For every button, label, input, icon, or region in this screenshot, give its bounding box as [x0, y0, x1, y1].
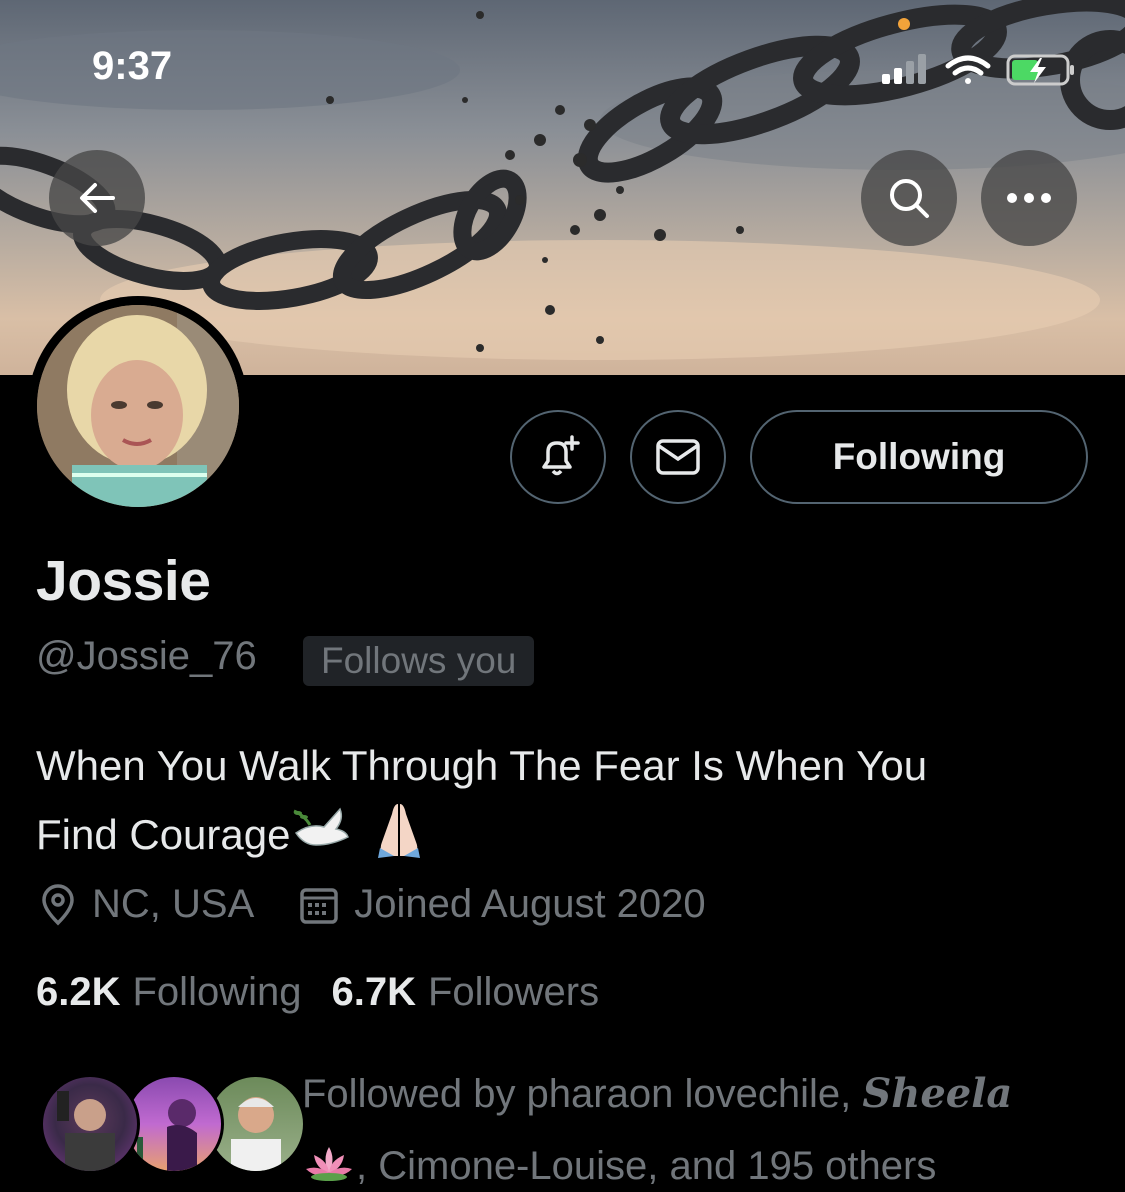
join-date: Joined August 2020 [298, 882, 706, 927]
profile-avatar[interactable] [28, 296, 248, 516]
back-button[interactable] [49, 150, 145, 246]
more-options-button[interactable] [981, 150, 1077, 246]
following-stat-link[interactable]: 6.2K Following [36, 970, 301, 1015]
following-count: 6.2K [36, 970, 121, 1014]
followed-by-styled-name: Sheela [862, 1070, 1013, 1117]
praying-hands-emoji-icon [368, 798, 430, 878]
avatar [40, 1074, 140, 1174]
following-button[interactable]: Following [750, 410, 1088, 504]
bio-line-2-text: Find Courage [36, 811, 291, 859]
bio-line-2: Find Courage [36, 798, 1076, 878]
follows-you-badge: Follows you [303, 636, 535, 686]
status-icons [882, 54, 1074, 86]
battery-charging-icon [1006, 54, 1074, 86]
message-button[interactable] [630, 410, 726, 504]
privacy-indicator-dot [898, 18, 910, 30]
profile-meta: NC, USA Joined August 2020 [38, 882, 706, 927]
search-icon [890, 179, 929, 218]
dove-emoji-icon [290, 801, 352, 875]
avatar-photo [37, 305, 239, 507]
followed-by-prefix: Followed by pharaon lovechile, [302, 1072, 863, 1116]
bell-plus-icon [542, 435, 580, 476]
lotus-emoji-icon [302, 1132, 356, 1192]
status-time: 9:37 [92, 44, 173, 88]
join-date-text: Joined August 2020 [354, 882, 706, 926]
followed-by-suffix: , Cimone-Louise, and 195 others [356, 1144, 937, 1188]
more-horizontal-icon [1007, 193, 1051, 203]
followers-count: 6.7K [331, 970, 416, 1014]
followed-by-text[interactable]: Followed by pharaon lovechile, Sheela , … [302, 1058, 1092, 1192]
following-label: Following [132, 970, 302, 1014]
followers-label: Followers [427, 970, 600, 1014]
calendar-icon [300, 887, 338, 924]
notify-button[interactable] [510, 410, 606, 504]
profile-handle: @Jossie_76 [36, 634, 257, 678]
location: NC, USA [38, 882, 254, 927]
followers-stat-link[interactable]: 6.7K Followers [331, 970, 599, 1015]
followed-by-avatars[interactable] [40, 1074, 306, 1174]
bio-line-1: When You Walk Through The Fear Is When Y… [36, 742, 928, 789]
cellular-signal-icon [882, 54, 926, 84]
follow-stats: 6.2K Following 6.7K Followers [36, 970, 629, 1015]
arrow-left-icon [80, 183, 115, 213]
profile-bio: When You Walk Through The Fear Is When Y… [36, 734, 1076, 878]
location-text: NC, USA [92, 882, 255, 926]
wifi-icon [945, 55, 991, 84]
envelope-icon [656, 439, 700, 475]
search-button[interactable] [861, 150, 957, 246]
display-name: Jossie [36, 549, 211, 613]
location-pin-icon [42, 883, 74, 925]
